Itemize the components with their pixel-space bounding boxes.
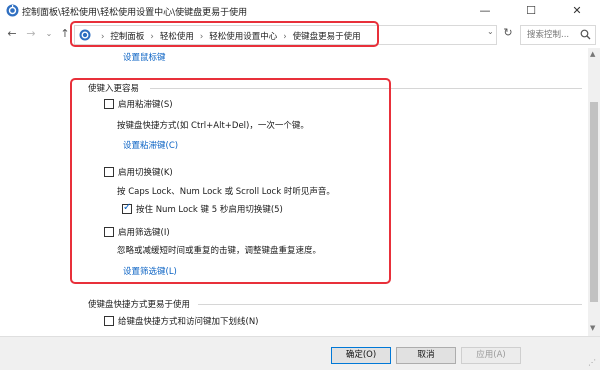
toggle-keys-checkbox[interactable]: [104, 167, 114, 177]
set-up-filter-keys-link[interactable]: 设置筛选键(L): [123, 265, 177, 277]
underline-shortcuts-checkbox[interactable]: [104, 316, 114, 326]
num-lock-toggle-checkbox[interactable]: [122, 202, 132, 214]
sticky-keys-label[interactable]: 启用粘滞键(S): [118, 100, 173, 110]
set-up-sticky-keys-link[interactable]: 设置粘滞键(C): [123, 139, 178, 151]
cancel-button[interactable]: 取消: [396, 347, 456, 364]
control-panel-icon: [6, 4, 19, 17]
toggle-keys-label[interactable]: 启用切换键(K): [118, 168, 173, 178]
toggle-keys-description: 按 Caps Lock、Num Lock 或 Scroll Lock 时听见声音…: [117, 187, 335, 197]
num-lock-toggle-option[interactable]: 按住 Num Lock 键 5 秒启用切换键(5): [122, 202, 283, 215]
breadcrumb-control-panel[interactable]: 控制面板: [110, 32, 144, 42]
ok-button[interactable]: 确定(O): [331, 347, 391, 364]
filter-keys-option[interactable]: 启用筛选键(I): [104, 226, 170, 238]
section-divider: [198, 304, 582, 305]
breadcrumb-keyboard-page[interactable]: 使键盘更易于使用: [293, 32, 361, 42]
main-content: 设置鼠标键 使键入更容易 启用粘滞键(S) 按键盘快捷方式(如 Ctrl+Alt…: [0, 48, 588, 336]
filter-keys-description: 忽略或减缓短时间或重复的击键，调整键盘重复速度。: [117, 246, 322, 256]
underline-shortcuts-option[interactable]: 给键盘快捷方式和访问键加下划线(N): [104, 315, 259, 327]
section-title-keyboard-shortcuts: 使键盘快捷方式更易于使用: [88, 300, 191, 310]
breadcrumb-separator-icon[interactable]: ›: [200, 32, 203, 42]
section-title-easy-typing: 使键入更容易: [88, 84, 140, 94]
set-up-mouse-keys-link[interactable]: 设置鼠标键: [123, 51, 166, 63]
recent-locations-chevron-icon[interactable]: ⌄: [42, 27, 56, 41]
search-icon[interactable]: [580, 29, 591, 40]
scroll-up-icon[interactable]: ▲: [590, 50, 595, 58]
up-arrow-icon[interactable]: ↑: [58, 27, 72, 41]
underline-shortcuts-label[interactable]: 给键盘快捷方式和访问键加下划线(N): [118, 317, 259, 327]
sticky-keys-checkbox[interactable]: [104, 99, 114, 109]
dialog-button-bar: 确定(O) 取消 应用(A): [0, 336, 600, 370]
control-panel-icon: [79, 29, 91, 41]
breadcrumb-separator-icon[interactable]: ›: [283, 32, 286, 42]
toggle-keys-option[interactable]: 启用切换键(K): [104, 166, 173, 178]
window-title: 控制面板\轻松使用\轻松使用设置中心\使键盘更易于使用: [22, 8, 248, 18]
filter-keys-label[interactable]: 启用筛选键(I): [118, 228, 170, 238]
breadcrumb-ease-of-access-center[interactable]: 轻松使用设置中心: [209, 32, 277, 42]
close-button[interactable]: ✕: [554, 0, 600, 22]
title-bar: 控制面板\轻松使用\轻松使用设置中心\使键盘更易于使用 — ☐ ✕: [0, 0, 600, 22]
sticky-keys-option[interactable]: 启用粘滞键(S): [104, 98, 173, 110]
breadcrumb-separator-icon[interactable]: ›: [150, 32, 153, 42]
scroll-down-icon[interactable]: ▼: [590, 324, 595, 332]
breadcrumb: › 控制面板 › 轻松使用 › 轻松使用设置中心 › 使键盘更易于使用: [95, 30, 361, 42]
minimize-button[interactable]: —: [462, 0, 508, 22]
search-input[interactable]: [521, 26, 581, 44]
num-lock-toggle-label[interactable]: 按住 Num Lock 键 5 秒启用切换键(5): [136, 205, 283, 215]
section-divider: [150, 88, 582, 89]
refresh-icon[interactable]: ↻: [501, 26, 515, 40]
breadcrumb-ease-of-access[interactable]: 轻松使用: [160, 32, 194, 42]
scrollbar-thumb[interactable]: [590, 102, 598, 302]
resize-grip-icon[interactable]: ⋰: [588, 358, 596, 367]
vertical-scrollbar[interactable]: ▲ ▼: [588, 48, 600, 336]
back-arrow-icon[interactable]: ←: [5, 27, 19, 41]
apply-button[interactable]: 应用(A): [461, 347, 521, 364]
sticky-keys-description: 按键盘快捷方式(如 Ctrl+Alt+Del)，一次一个键。: [117, 121, 309, 131]
maximize-button[interactable]: ☐: [508, 0, 554, 22]
forward-arrow-icon[interactable]: →: [24, 27, 38, 41]
breadcrumb-separator-icon: ›: [101, 32, 105, 42]
filter-keys-checkbox[interactable]: [104, 227, 114, 237]
address-dropdown-icon[interactable]: ⌄: [487, 27, 494, 36]
search-box[interactable]: [520, 25, 596, 45]
address-bar[interactable]: › 控制面板 › 轻松使用 › 轻松使用设置中心 › 使键盘更易于使用: [74, 25, 497, 45]
